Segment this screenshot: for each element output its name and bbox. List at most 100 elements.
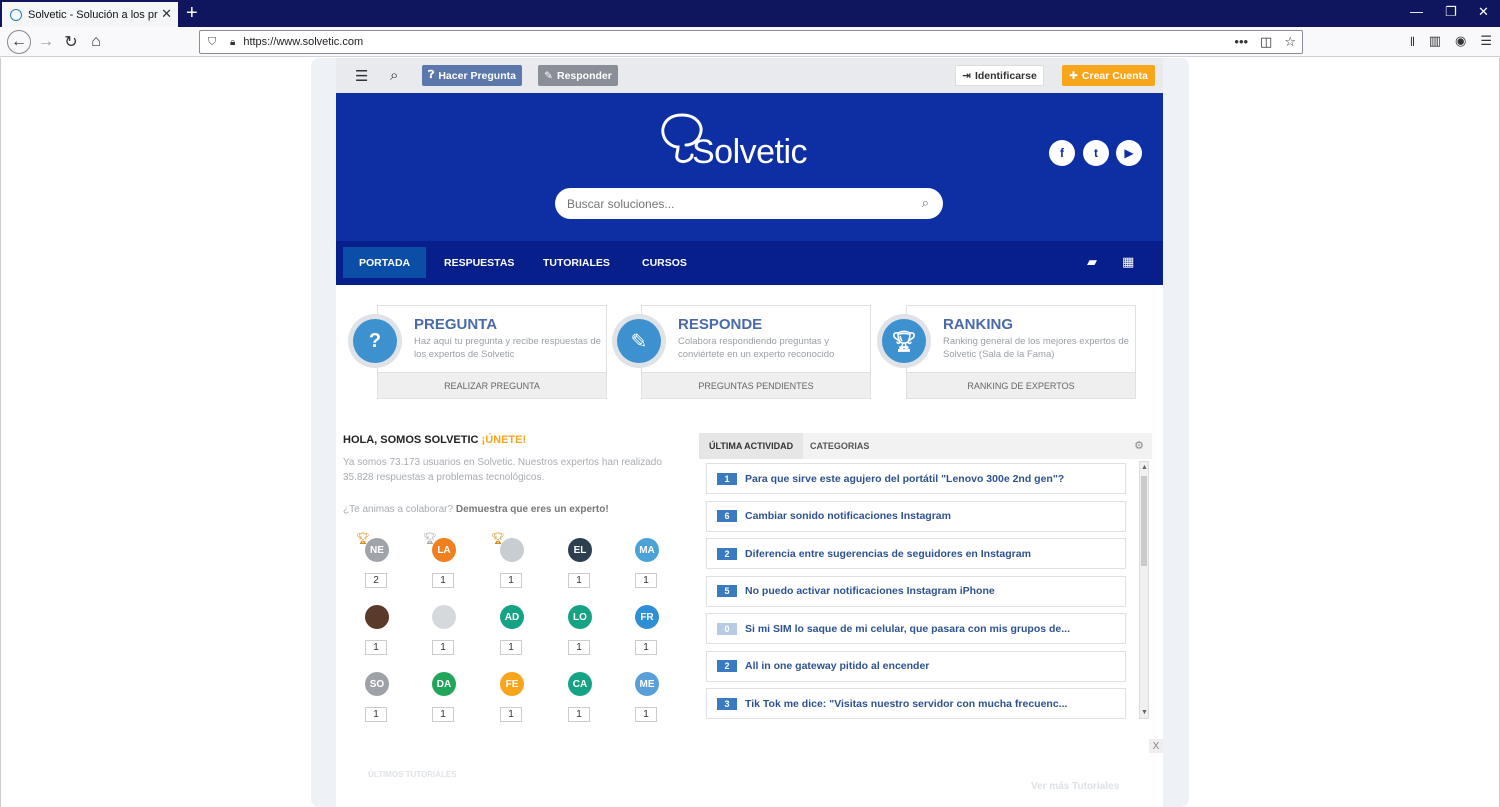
expert-user[interactable]: NE 🏆︎ 2	[356, 533, 391, 588]
pending-questions-link[interactable]: PREGUNTAS PENDIENTES	[642, 372, 870, 398]
expert-user[interactable]: LA 🏆︎ 1	[423, 533, 458, 588]
expert-user[interactable]: MA 1	[635, 538, 661, 588]
nav-cursos[interactable]: CURSOS	[626, 247, 703, 278]
avatar[interactable]: DA	[432, 672, 456, 696]
close-ad-icon[interactable]: X	[1149, 739, 1163, 753]
expert-user[interactable]: CA 1	[568, 672, 594, 722]
avatar[interactable]: FE	[500, 672, 524, 696]
sidebar-icon[interactable]: ▥	[1429, 33, 1441, 55]
answer-button[interactable]: ✎ Responder	[538, 65, 618, 86]
scroll-thumb[interactable]	[1141, 476, 1147, 566]
activity-title-link[interactable]: Tik Tok me dice: "Visitas nuestro servid…	[745, 698, 1067, 710]
calendar-icon[interactable]: ▦	[1122, 254, 1134, 270]
search-box[interactable]: ⌕	[555, 188, 943, 219]
activity-item[interactable]: 3 Tik Tok me dice: "Visitas nuestro servi…	[706, 688, 1126, 719]
tab-latest-activity[interactable]: ÚLTIMA ACTIVIDAD	[699, 433, 804, 459]
login-button[interactable]: ⇥ Identificarse	[955, 65, 1044, 86]
avatar[interactable]: CA	[568, 672, 592, 696]
card-pregunta[interactable]: ? PREGUNTA Haz aquí tu pregunta y recibe…	[348, 305, 607, 399]
solvetic-logo[interactable]: Solvetic	[656, 111, 816, 171]
expert-user[interactable]: FR 1	[635, 605, 661, 655]
activity-title-link[interactable]: All in one gateway pitido al encender	[745, 660, 929, 672]
activity-title-link[interactable]: Si mi SIM lo saque de mi celular, que pa…	[745, 623, 1070, 635]
new-tab-icon[interactable]: +	[186, 2, 198, 24]
home-icon[interactable]: ⌂	[84, 30, 108, 54]
browser-tab[interactable]: Solvetic - Solución a los proble ✕	[2, 2, 178, 27]
search-input[interactable]	[567, 196, 897, 211]
expert-user[interactable]: 1	[432, 605, 458, 655]
expert-user[interactable]: FE 1	[500, 672, 526, 722]
folder-icon[interactable]: ▰	[1087, 254, 1097, 270]
back-icon[interactable]: ←	[7, 30, 31, 54]
activity-item[interactable]: 6 Cambiar sonido notificaciones Instagram	[706, 500, 1126, 532]
more-tutorials-link[interactable]: Ver más Tutoriales	[1031, 781, 1119, 792]
avatar[interactable]: SO	[365, 672, 389, 696]
activity-item[interactable]: 0 Si mi SIM lo saque de mi celular, que p…	[706, 613, 1126, 644]
activity-item[interactable]: 2 Diferencia entre sugerencias de seguido…	[706, 538, 1126, 569]
minimize-icon[interactable]: —	[1410, 4, 1423, 19]
facebook-icon[interactable]: f	[1049, 140, 1075, 166]
avatar[interactable]: FR	[635, 605, 659, 629]
gear-icon[interactable]: ⚙	[1134, 439, 1144, 452]
activity-item[interactable]: 5 No puedo activar notificaciones Instagr…	[706, 575, 1126, 607]
card-ranking[interactable]: 🏆︎ RANKING Ranking general de los mejore…	[877, 305, 1136, 399]
search-submit-icon[interactable]: ⌕	[922, 195, 929, 211]
activity-item[interactable]: 1 Para que sirve este agujero del portáti…	[706, 463, 1126, 494]
nav-respuestas[interactable]: RESPUESTAS	[428, 247, 530, 278]
avatar[interactable]	[432, 605, 456, 629]
pocket-icon[interactable]: ◫	[1260, 34, 1272, 50]
shield-icon[interactable]: ⛉	[208, 36, 220, 48]
search-icon[interactable]: ⌕	[390, 67, 398, 84]
close-tab-icon[interactable]: ✕	[161, 6, 172, 22]
nav-portada[interactable]: PORTADA	[343, 247, 427, 278]
forward-icon[interactable]: →	[34, 30, 58, 54]
twitter-icon[interactable]: t	[1083, 140, 1109, 166]
activity-title-link[interactable]: No puedo activar notificaciones Instagra…	[745, 585, 995, 597]
cta-expert-link[interactable]: Demuestra que eres un experto!	[456, 504, 609, 515]
expert-user[interactable]: LO 1	[568, 605, 594, 655]
expert-ranking-link[interactable]: RANKING DE EXPERTOS	[907, 372, 1135, 398]
nav-tutoriales[interactable]: TUTORIALES	[527, 247, 626, 278]
expert-user[interactable]: 1	[365, 605, 391, 655]
avatar[interactable]: LO	[568, 605, 592, 629]
tab-categories[interactable]: CATEGORIAS	[800, 433, 879, 459]
close-window-icon[interactable]: ✕	[1478, 4, 1489, 20]
avatar[interactable]: MA	[635, 538, 659, 562]
restore-icon[interactable]: ❐	[1445, 4, 1457, 20]
url-bar[interactable]: ⛉ 🔒︎ https://www.solvetic.com ••• ◫ ☆	[199, 30, 1303, 54]
avatar[interactable]: EL	[568, 538, 592, 562]
reload-icon[interactable]: ↻	[59, 30, 83, 54]
menu-icon[interactable]: ☰	[1480, 33, 1492, 55]
expert-user[interactable]: DA 1	[432, 672, 458, 722]
make-question-link[interactable]: REALIZAR PREGUNTA	[378, 372, 606, 398]
lock-icon[interactable]: 🔒︎	[230, 37, 235, 48]
hamburger-menu-icon[interactable]: ☰	[355, 67, 368, 85]
activity-title-link[interactable]: Para que sirve este agujero del portátil…	[745, 473, 1064, 485]
account-icon[interactable]: ◉	[1455, 33, 1466, 55]
activity-tabs: ÚLTIMA ACTIVIDAD CATEGORIAS ⚙	[699, 433, 1152, 459]
expert-user[interactable]: AD 1	[500, 605, 526, 655]
avatar[interactable]: ME	[635, 672, 659, 696]
expert-user[interactable]: SO 1	[365, 672, 391, 722]
activity-title-link[interactable]: Diferencia entre sugerencias de seguidor…	[745, 548, 1031, 560]
join-link[interactable]: ¡ÚNETE!	[482, 434, 527, 446]
scroll-down-icon[interactable]: ▼	[1141, 709, 1148, 716]
expert-user[interactable]: EL 1	[568, 538, 594, 588]
youtube-icon[interactable]: ▶	[1116, 140, 1142, 166]
avatar[interactable]	[365, 605, 389, 629]
expert-user[interactable]: ME 1	[635, 672, 661, 722]
solvetic-site: ☰ ⌕ ❓︎ Hacer Pregunta ✎ Responder ⇥ Iden…	[336, 58, 1163, 807]
url-text[interactable]: https://www.solvetic.com	[243, 36, 363, 48]
card-responde[interactable]: ✎ RESPONDE Colabora respondiendo pregunt…	[612, 305, 871, 399]
avatar[interactable]: AD	[500, 605, 524, 629]
expert-user[interactable]: 🏆︎ 1	[491, 533, 526, 588]
more-actions-icon[interactable]: •••	[1234, 34, 1248, 50]
bookmark-star-icon[interactable]: ☆	[1284, 34, 1296, 50]
library-icon[interactable]: 𝍪	[1410, 33, 1414, 55]
ask-question-button[interactable]: ❓︎ Hacer Pregunta	[422, 65, 522, 86]
signup-button[interactable]: ✚ Crear Cuenta	[1062, 65, 1155, 86]
activity-title-link[interactable]: Cambiar sonido notificaciones Instagram	[745, 510, 951, 522]
activity-item[interactable]: 2 All in one gateway pitido al encender	[706, 650, 1126, 682]
activity-scrollbar[interactable]: ▲ ▼	[1139, 461, 1149, 719]
scroll-up-icon[interactable]: ▲	[1141, 464, 1148, 471]
